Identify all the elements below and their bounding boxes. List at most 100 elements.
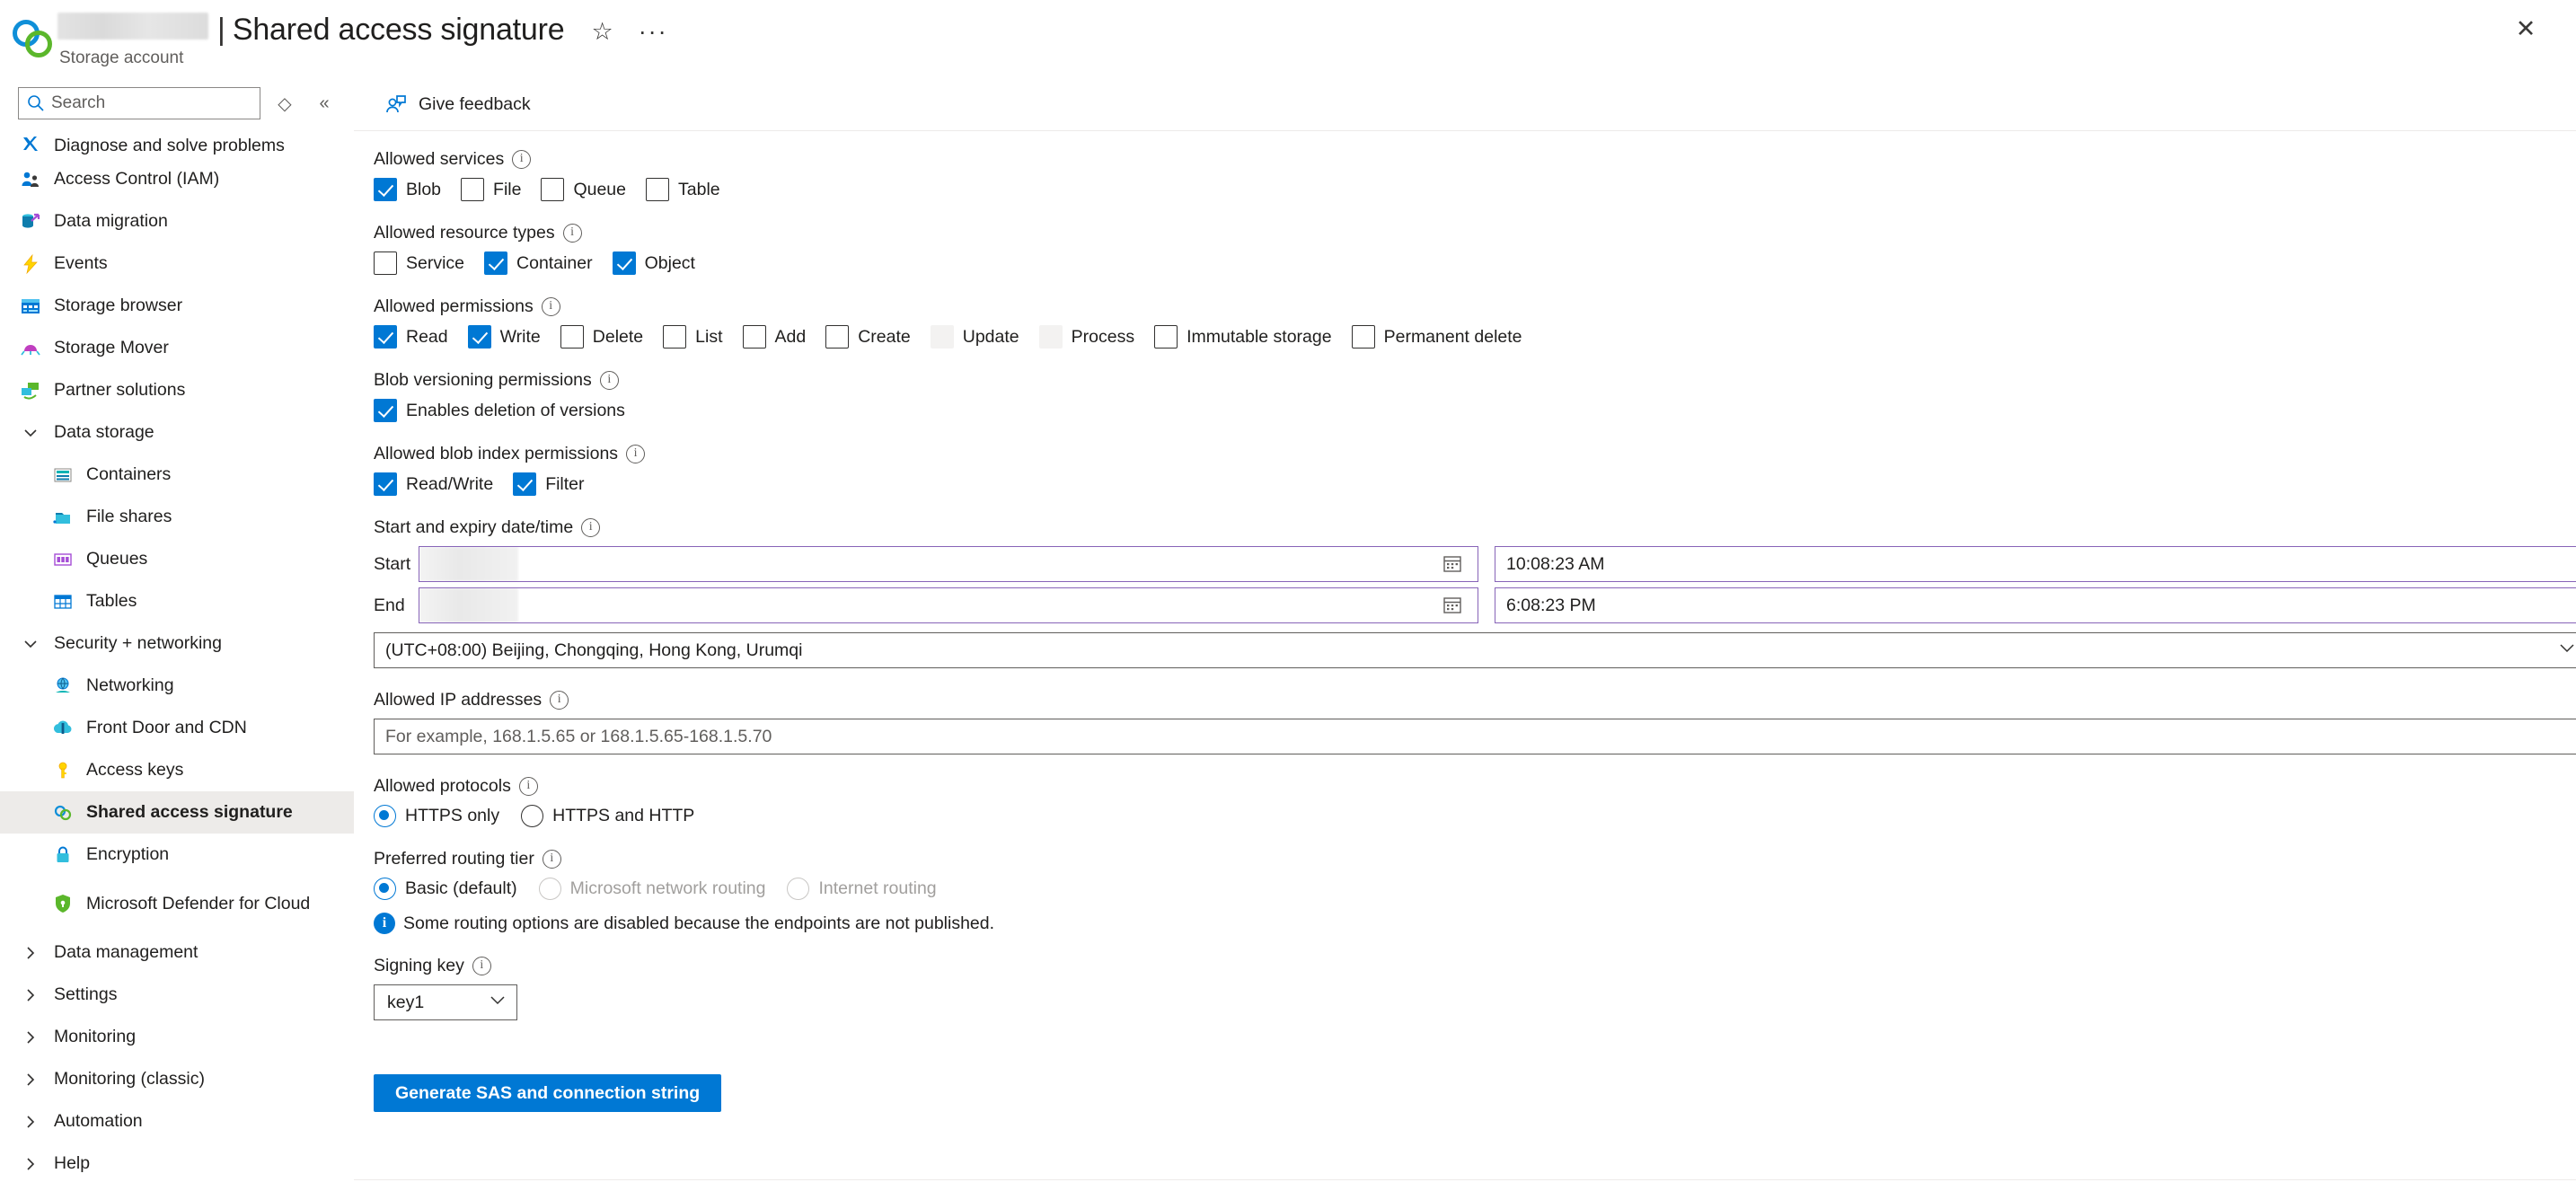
checkbox-queue[interactable]: Queue [541,178,626,201]
checkbox-box[interactable] [825,325,850,349]
checkbox-write[interactable]: Write [467,325,541,349]
sort-icon[interactable]: ◇ [269,93,300,115]
sidebar-item-partner-solutions[interactable]: Partner solutions [0,369,354,411]
checkbox-read-write[interactable]: Read/Write [374,472,493,496]
checkbox-object[interactable]: Object [612,251,695,275]
signing-key-select[interactable]: key1 [374,984,517,1020]
sidebar-item-file-shares[interactable]: File shares [0,496,354,538]
sidebar-group-help[interactable]: Help [0,1143,354,1185]
checkbox-box[interactable] [461,178,485,201]
checkbox-blob[interactable]: Blob [374,178,441,201]
checkbox-create[interactable]: Create [825,325,911,349]
checkbox-container[interactable]: Container [484,251,593,275]
checkbox-box[interactable] [560,325,584,349]
checkbox-box[interactable] [374,178,397,201]
star-icon[interactable]: ☆ [591,20,613,44]
checkbox-box[interactable] [742,325,766,349]
sidebar-group-data-storage[interactable]: Data storage [0,411,354,454]
checkbox-box[interactable] [513,472,537,496]
sidebar-item-diagnose-and-solve-problems[interactable]: Diagnose and solve problems [0,126,354,158]
checkbox-box[interactable] [374,472,397,496]
calendar-icon[interactable] [1442,594,1465,617]
sidebar-item-access-control-iam[interactable]: Access Control (IAM) [0,158,354,200]
checkbox-box[interactable] [1351,325,1375,349]
sidebar-item-queues[interactable]: Queues [0,538,354,580]
checkbox-box[interactable] [374,325,397,349]
checkbox-table[interactable]: Table [646,178,720,201]
sidebar-item-tables[interactable]: Tables [0,580,354,622]
radio-https-only[interactable]: HTTPS only [374,805,499,827]
timezone-select[interactable]: (UTC+08:00) Beijing, Chongqing, Hong Kon… [374,632,2576,668]
ellipsis-icon[interactable]: ··· [639,20,668,44]
checkbox-service[interactable]: Service [374,251,464,275]
checkbox-box[interactable] [1154,325,1178,349]
info-icon[interactable]: i [542,850,561,869]
radio-basic-default[interactable]: Basic (default) [374,878,517,900]
diagnose-icon [18,131,43,156]
checkbox-immutable-storage[interactable]: Immutable storage [1154,325,1332,349]
radio-circle[interactable] [521,805,544,827]
close-icon[interactable]: ✕ [2508,11,2544,47]
sidebar-item-storage-browser[interactable]: Storage browser [0,285,354,327]
checkbox-box[interactable] [541,178,565,201]
info-icon[interactable]: i [626,445,646,463]
sidebar-group-data-management[interactable]: Data management [0,931,354,974]
generate-sas-button[interactable]: Generate SAS and connection string [374,1074,722,1112]
allowed-services-label: Allowed services [374,149,505,169]
checkbox-read[interactable]: Read [374,325,448,349]
end-time-input[interactable]: 6:08:23 PM [1495,587,2576,623]
allowed-ip-input[interactable]: For example, 168.1.5.65 or 168.1.5.65-16… [374,719,2576,754]
checkbox-box[interactable] [484,251,508,275]
checkbox-list[interactable]: List [663,325,723,349]
routing-tier-label: Preferred routing tier [374,849,534,869]
give-feedback-button[interactable]: Give feedback [374,86,540,124]
sidebar-group-label: Help [54,1153,91,1173]
end-date-input[interactable] [419,587,1478,623]
checkbox-box[interactable] [374,399,397,422]
sidebar-group-monitoring[interactable]: Monitoring [0,1016,354,1058]
checkbox-box[interactable] [467,325,491,349]
routing-info-message: i Some routing options are disabled beca… [374,913,2576,934]
sidebar-group-security-networking[interactable]: Security + networking [0,622,354,665]
sidebar-item-access-keys[interactable]: Access keys [0,749,354,791]
start-date-input[interactable] [419,546,1478,582]
info-icon[interactable]: i [550,691,569,710]
info-icon[interactable]: i [518,777,538,796]
checkbox-permanent-delete[interactable]: Permanent delete [1351,325,1522,349]
info-icon[interactable]: i [581,518,601,537]
checkbox-filter[interactable]: Filter [513,472,585,496]
search-input[interactable]: Search [18,87,260,119]
checkbox-enables-deletion-of-versions[interactable]: Enables deletion of versions [374,399,625,422]
collapse-icon[interactable]: « [309,93,340,114]
checkbox-add[interactable]: Add [742,325,806,349]
checkbox-delete[interactable]: Delete [560,325,643,349]
info-icon[interactable]: i [562,224,582,243]
sidebar-item-shared-access-signature[interactable]: Shared access signature [0,791,354,834]
checkbox-file[interactable]: File [461,178,521,201]
calendar-icon[interactable] [1442,552,1465,576]
radio-circle[interactable] [374,805,396,827]
radio-https-and-http[interactable]: HTTPS and HTTP [521,805,694,827]
sidebar-item-front-door-and-cdn[interactable]: Front Door and CDN [0,707,354,749]
sidebar-group-monitoring-classic[interactable]: Monitoring (classic) [0,1058,354,1100]
start-time-input[interactable]: 10:08:23 AM [1495,546,2576,582]
sidebar-item-containers[interactable]: Containers [0,454,354,496]
sidebar-item-events[interactable]: Events [0,243,354,285]
sidebar-item-storage-mover[interactable]: Storage Mover [0,327,354,369]
sidebar-item-microsoft-defender-for-cloud[interactable]: Microsoft Defender for Cloud [0,876,354,931]
checkbox-box[interactable] [374,251,397,275]
checkbox-box[interactable] [612,251,636,275]
info-icon[interactable]: i [599,371,619,390]
checkbox-label: Permanent delete [1383,326,1522,347]
radio-circle[interactable] [374,878,396,900]
checkbox-box[interactable] [663,325,687,349]
info-icon[interactable]: i [512,150,532,169]
sidebar-group-automation[interactable]: Automation [0,1100,354,1143]
checkbox-box[interactable] [646,178,670,201]
sidebar-item-data-migration[interactable]: Data migration [0,200,354,243]
sidebar-group-settings[interactable]: Settings [0,974,354,1016]
sidebar-item-encryption[interactable]: Encryption [0,834,354,876]
sidebar-item-networking[interactable]: Networking [0,665,354,707]
info-icon[interactable]: i [541,297,560,316]
info-icon[interactable]: i [472,957,491,975]
